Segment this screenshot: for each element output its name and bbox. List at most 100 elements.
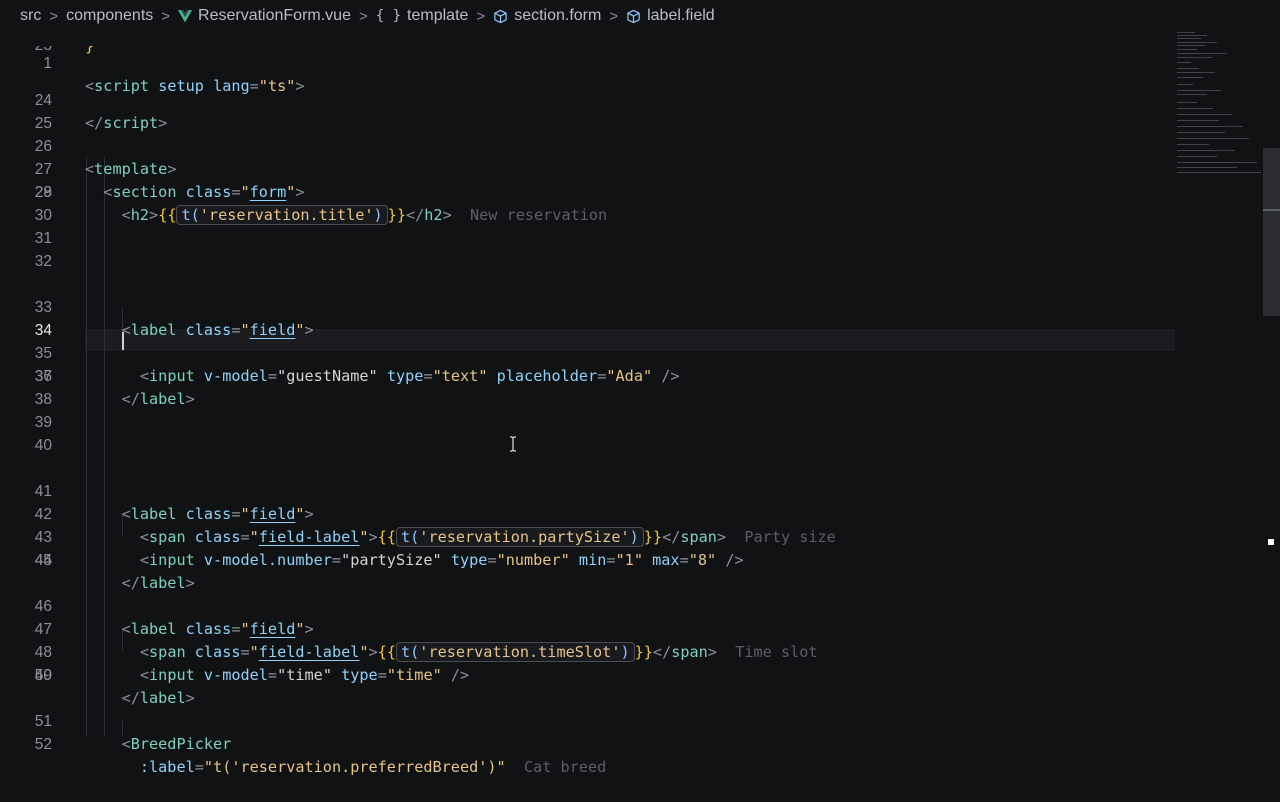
- code-line[interactable]: 46 <label class="field">: [0, 572, 1175, 638]
- code-line[interactable]: 36 </label>: [0, 342, 1175, 408]
- line-number: 29: [34, 184, 52, 201]
- text-cursor-icon: [510, 436, 516, 452]
- minimap-line: [1177, 57, 1212, 58]
- code-line[interactable]: 29: [0, 181, 1175, 204]
- code-line[interactable]: 52 :label="t('reservation.preferredBreed…: [0, 710, 1175, 776]
- line-number: 38: [34, 391, 52, 408]
- minimap-line: [1177, 162, 1257, 163]
- code-line-active[interactable]: 34: [0, 296, 1175, 339]
- code-line[interactable]: 31: [0, 227, 1175, 250]
- breadcrumb-separator: >: [358, 7, 368, 25]
- minimap-line: [1177, 172, 1261, 173]
- line-number: 39: [34, 414, 52, 431]
- minimap-line: [1177, 114, 1232, 115]
- minimap-line: [1177, 108, 1213, 109]
- breadcrumb: src > components > ReservationForm.vue >…: [0, 0, 1280, 32]
- code-text: :label="t('reservation.preferredBreed')"…: [139, 758, 607, 776]
- code-line[interactable]: 43 <input v-model.number="partySize" typ…: [0, 503, 1175, 569]
- code-line[interactable]: 38: [0, 388, 1175, 411]
- line-number: 32: [34, 253, 52, 270]
- breadcrumb-separator: >: [609, 7, 619, 25]
- cube-icon: [627, 9, 640, 23]
- breadcrumb-item-section[interactable]: section.form: [493, 7, 601, 25]
- code-line[interactable]: 51 <BreedPicker: [0, 687, 1175, 753]
- minimap-line: [1177, 132, 1225, 133]
- code-line[interactable]: 50: [0, 664, 1175, 687]
- code-line[interactable]: 35 <input v-model="guestName" type="text…: [0, 319, 1175, 385]
- breadcrumb-label: src: [20, 7, 42, 24]
- breadcrumb-separator: >: [161, 7, 171, 25]
- code-line[interactable]: 40: [0, 434, 1175, 457]
- line-number: 50: [34, 667, 52, 684]
- breadcrumb-label: template: [407, 7, 469, 24]
- breadcrumb-item-label[interactable]: label.field: [626, 7, 715, 25]
- code-line[interactable]: 27 <section class="form">: [0, 135, 1175, 201]
- line-number: 37: [34, 368, 52, 385]
- minimap-line: [1177, 53, 1227, 54]
- breadcrumb-label: section.form: [514, 7, 602, 24]
- code-line[interactable]: 25: [0, 89, 1175, 132]
- code-line[interactable]: 24 </script>: [0, 66, 1175, 132]
- breadcrumb-item-components[interactable]: components: [66, 7, 153, 25]
- minimap[interactable]: [1175, 32, 1263, 182]
- minimap-line: [1177, 68, 1199, 69]
- braces-icon: { }: [375, 8, 402, 24]
- breadcrumb-label: label.field: [647, 7, 715, 24]
- minimap-line: [1177, 38, 1201, 39]
- line-number: 31: [34, 230, 52, 247]
- code-line[interactable]: 30: [0, 204, 1175, 227]
- cube-icon: [494, 9, 507, 23]
- scrollbar-marker: [1268, 539, 1274, 545]
- code-text: <BreedPicker: [121, 735, 232, 753]
- minimap-line: [1177, 94, 1207, 95]
- code-line[interactable]: 37: [0, 365, 1175, 388]
- code-editor[interactable]: 1 <script setup lang="ts"> 23 } 24 </scr…: [0, 32, 1175, 776]
- minimap-line: [1177, 49, 1197, 50]
- code-line[interactable]: 48 <input v-model="time" type="time" />: [0, 618, 1175, 684]
- minimap-line: [1177, 84, 1193, 85]
- scrollbar-thumb[interactable]: [1263, 148, 1280, 316]
- minimap-line: [1177, 90, 1221, 91]
- minimap-line: [1177, 144, 1209, 145]
- code-line[interactable]: 26 <template>: [0, 112, 1175, 178]
- breadcrumb-label: ReservationForm.vue: [198, 7, 351, 24]
- minimap-line: [1177, 126, 1243, 127]
- minimap-line: [1177, 45, 1205, 46]
- minimap-line: [1177, 150, 1235, 151]
- code-line[interactable]: 28 <h2>{{t('reservation.title')}}</h2> N…: [0, 158, 1175, 225]
- minimap-line: [1177, 102, 1197, 103]
- breadcrumb-item-template[interactable]: { } template: [376, 7, 469, 25]
- breadcrumb-item-src[interactable]: src: [20, 7, 41, 25]
- minimap-line: [1177, 156, 1217, 157]
- minimap-line: [1177, 42, 1217, 43]
- minimap-line: [1177, 72, 1215, 73]
- code-line[interactable]: 32: [0, 250, 1175, 273]
- breadcrumb-label: components: [66, 7, 154, 24]
- code-line[interactable]: 49 </label>: [0, 641, 1175, 707]
- code-line[interactable]: 47 <span class="field-label">{{t('reserv…: [0, 595, 1175, 662]
- vue-logo-icon: [178, 9, 193, 22]
- minimap-line: [1177, 138, 1249, 139]
- line-number: 40: [34, 437, 52, 454]
- minimap-line: [1177, 77, 1203, 78]
- vertical-scrollbar[interactable]: [1263, 32, 1280, 736]
- breadcrumb-item-file[interactable]: ReservationForm.vue: [178, 7, 351, 25]
- minimap-line: [1177, 62, 1191, 63]
- code-line[interactable]: 42 <span class="field-label">{{t('reserv…: [0, 480, 1175, 547]
- code-line[interactable]: 39: [0, 411, 1175, 434]
- inline-translation-hint: Cat breed: [523, 758, 607, 776]
- line-number: 52: [34, 736, 52, 753]
- minimap-line: [1177, 167, 1237, 168]
- code-line[interactable]: 41 <label class="field">: [0, 457, 1175, 523]
- code-line[interactable]: 45: [0, 549, 1175, 572]
- line-number: 30: [34, 207, 52, 224]
- breadcrumb-separator: >: [476, 7, 486, 25]
- minimap-line: [1177, 120, 1219, 121]
- line-number: 45: [34, 552, 52, 569]
- code-line[interactable]: 44 </label>: [0, 526, 1175, 592]
- minimap-line: [1177, 35, 1207, 36]
- code-line[interactable]: 23 }: [0, 46, 1175, 55]
- minimap-line: [1177, 32, 1195, 33]
- code-line[interactable]: 33 <label class="field">: [0, 273, 1175, 339]
- scrollbar-cursor-marker: [1263, 209, 1280, 211]
